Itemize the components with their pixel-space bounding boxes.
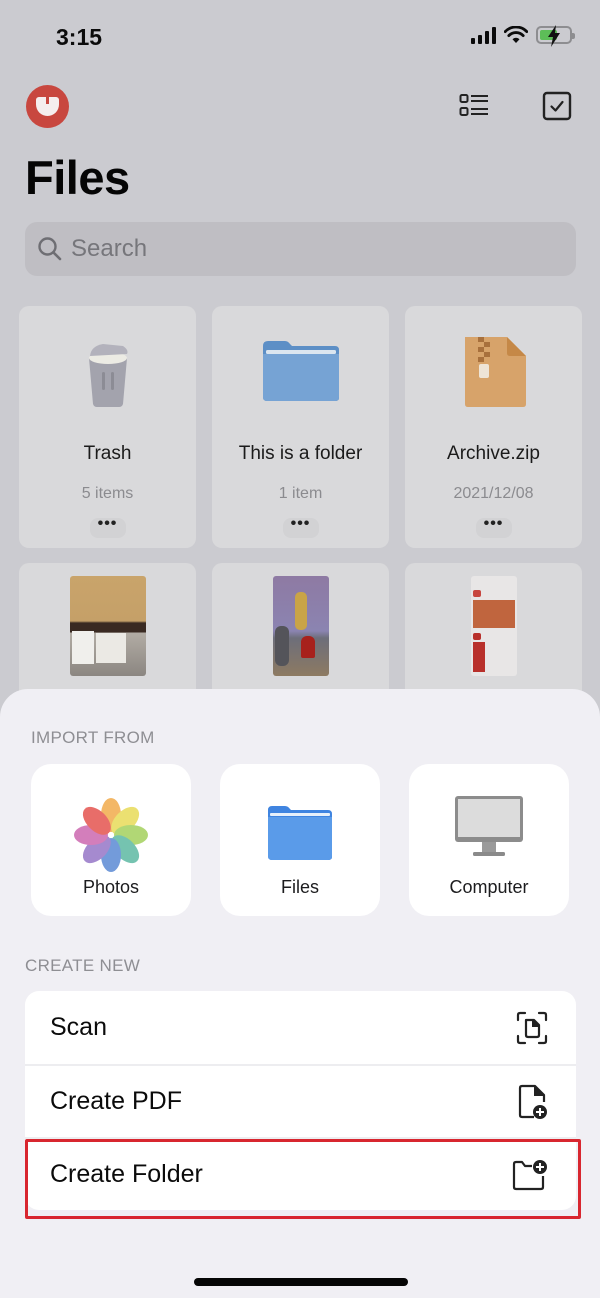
cellular-signal-icon <box>471 26 496 44</box>
files-folder-icon <box>268 806 332 860</box>
import-option-label: Computer <box>449 877 529 897</box>
search-input[interactable] <box>71 235 551 263</box>
create-option-label: Create Folder <box>50 1160 203 1188</box>
page-title: Files <box>25 151 130 204</box>
list-view-button[interactable] <box>458 90 490 122</box>
photo-thumbnail-notes <box>69 576 146 676</box>
import-option-label: Photos <box>82 877 140 897</box>
file-name: Trash <box>83 443 132 464</box>
more-options-button[interactable]: ••• <box>282 516 319 538</box>
photos-icon <box>74 798 148 872</box>
file-tile-trash[interactable]: Trash 5 items ••• <box>19 306 196 548</box>
more-options-button[interactable]: ••• <box>475 516 512 538</box>
wifi-icon <box>504 26 528 43</box>
import-files-button[interactable]: Files <box>220 764 380 916</box>
select-button[interactable] <box>541 90 573 122</box>
more-options-button[interactable]: ••• <box>89 516 126 538</box>
photo-thumbnail-stage <box>272 576 329 676</box>
file-meta: 5 items <box>81 485 134 502</box>
zip-archive-icon <box>464 337 526 407</box>
computer-icon <box>455 796 523 856</box>
create-pdf-button[interactable]: Create PDF <box>25 1064 576 1137</box>
file-meta: 1 item <box>278 485 323 502</box>
file-meta: 2021/12/08 <box>453 485 534 502</box>
scan-button[interactable]: Scan <box>25 991 576 1064</box>
status-time: 3:15 <box>56 24 103 50</box>
select-checkbox-icon <box>542 91 572 121</box>
folder-add-icon <box>512 1159 547 1190</box>
status-icons <box>471 25 575 47</box>
create-option-label: Scan <box>50 1013 107 1041</box>
status-bar: 3:15 <box>0 0 600 76</box>
screenshot-thumbnail <box>470 576 517 676</box>
create-option-label: Create PDF <box>50 1087 182 1115</box>
file-name: This is a folder <box>238 443 363 464</box>
create-folder-button[interactable]: Create Folder <box>25 1137 576 1210</box>
import-option-label: Files <box>280 877 319 897</box>
create-section-label: CREATE NEW <box>25 956 141 975</box>
import-computer-button[interactable]: Computer <box>409 764 569 916</box>
action-sheet: IMPORT FROM Photos Files Computer CREATE… <box>0 689 600 1298</box>
document-add-icon <box>518 1084 547 1119</box>
create-options-list: Scan Create PDF Create Folder <box>25 991 576 1210</box>
search-bar[interactable] <box>25 222 576 276</box>
trash-icon <box>88 344 127 407</box>
import-photos-button[interactable]: Photos <box>31 764 191 916</box>
app-logo[interactable] <box>26 85 69 128</box>
file-tile-folder[interactable]: This is a folder 1 item ••• <box>212 306 389 548</box>
import-section-label: IMPORT FROM <box>31 728 155 747</box>
search-icon <box>38 237 62 261</box>
battery-charging-icon <box>536 25 575 47</box>
home-indicator[interactable] <box>194 1278 408 1286</box>
file-tile-archive[interactable]: Archive.zip 2021/12/08 ••• <box>405 306 582 548</box>
scan-document-icon <box>516 1011 548 1044</box>
list-view-icon <box>459 94 488 116</box>
file-name: Archive.zip <box>447 443 540 464</box>
folder-icon <box>262 341 339 401</box>
